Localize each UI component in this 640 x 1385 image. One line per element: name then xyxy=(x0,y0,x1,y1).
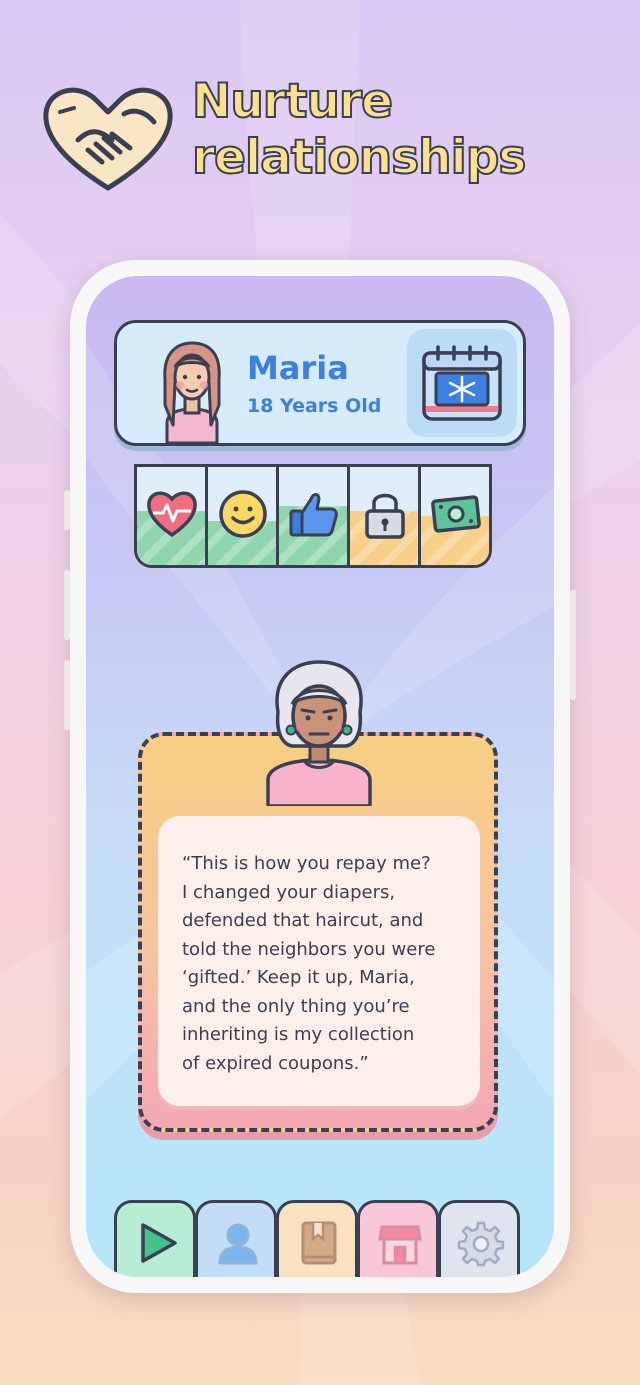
dialog-line: of expired coupons.” xyxy=(182,1052,369,1074)
handshake-heart-icon xyxy=(43,87,173,191)
gear-icon xyxy=(457,1221,505,1267)
calendar-button[interactable] xyxy=(407,329,517,437)
nav-settings[interactable] xyxy=(438,1200,520,1277)
stats-bar xyxy=(134,464,506,568)
profile-card[interactable]: Maria 18 Years Old xyxy=(114,320,526,446)
stat-security[interactable] xyxy=(347,464,421,568)
dialog-line: I changed your diapers, xyxy=(182,881,396,903)
dialog-line: inheriting is my collection xyxy=(182,1024,415,1045)
padlock-icon xyxy=(365,493,405,539)
nav-shop[interactable] xyxy=(357,1200,439,1277)
nav-journal[interactable] xyxy=(276,1200,358,1277)
character-age: 18 Years Old xyxy=(247,395,382,417)
page-title: Nurture relationships xyxy=(191,73,527,186)
play-icon xyxy=(141,1223,177,1263)
dialog-line: ‘gifted.’ Keep it up, Maria, xyxy=(182,967,415,988)
stat-approval[interactable] xyxy=(276,464,350,568)
smiley-happiness-icon xyxy=(219,490,267,538)
phone-screen: Maria 18 Years Old “This is how you repa… xyxy=(86,276,554,1277)
nav-profile[interactable] xyxy=(195,1200,277,1277)
dialog-text: “This is how you repay me? I changed you… xyxy=(182,850,472,1078)
winter-calendar-icon xyxy=(422,345,502,421)
character-name: Maria xyxy=(247,349,349,387)
grandmother-avatar xyxy=(266,660,372,806)
stat-money[interactable] xyxy=(418,464,492,568)
person-icon xyxy=(218,1223,258,1265)
phone-frame: Maria 18 Years Old “This is how you repa… xyxy=(64,260,576,1293)
shop-icon xyxy=(378,1225,422,1265)
money-icon xyxy=(431,495,481,533)
phone-power-button xyxy=(570,590,576,700)
phone-volume-down xyxy=(64,660,70,730)
dialog-box: “This is how you repay me? I changed you… xyxy=(158,816,480,1106)
dialog-line: and the only thing you’re xyxy=(182,995,410,1017)
title-line-1: Nurture xyxy=(191,73,394,130)
phone-side-button xyxy=(64,490,70,530)
stat-health[interactable] xyxy=(134,464,208,568)
avatar xyxy=(163,341,221,443)
heart-health-icon xyxy=(147,491,197,538)
header: Nurture relationships xyxy=(0,0,640,230)
nav-play[interactable] xyxy=(114,1200,196,1277)
phone-volume-up xyxy=(64,570,70,640)
stat-happiness[interactable] xyxy=(205,464,279,568)
thumbs-up-icon xyxy=(289,493,338,537)
book-icon xyxy=(301,1221,337,1265)
bottom-nav xyxy=(114,1200,526,1277)
dialog-line: “This is how you repay me? xyxy=(182,853,431,874)
dialog-line: told the neighbors you were xyxy=(182,938,436,960)
dialog-line: defended that haircut, and xyxy=(182,910,424,931)
title-line-2: relationships xyxy=(191,129,527,186)
